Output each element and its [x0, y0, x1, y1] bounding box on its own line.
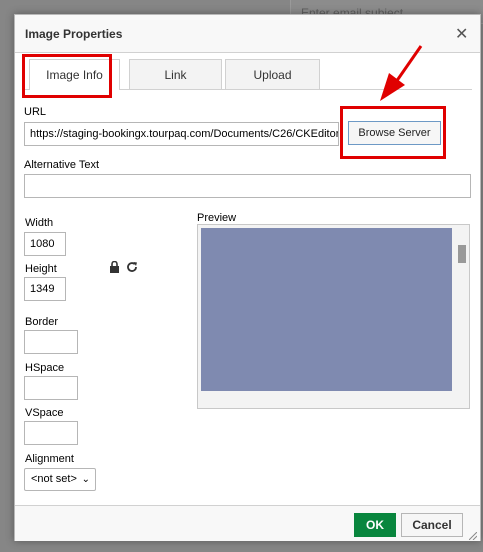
preview-label: Preview [197, 212, 237, 224]
dialog-footer: OK Cancel [15, 505, 480, 541]
reset-size-icon[interactable] [126, 261, 138, 276]
tab-link[interactable]: Link [129, 59, 222, 89]
border-input[interactable] [24, 330, 78, 354]
url-label: URL [24, 106, 47, 118]
resize-handle-icon[interactable] [469, 532, 477, 540]
vspace-label: VSpace [25, 407, 64, 419]
cancel-button[interactable]: Cancel [401, 513, 463, 537]
highlight-image-info-tab [22, 54, 112, 98]
hspace-input[interactable] [24, 376, 78, 400]
preview-image [201, 228, 452, 391]
height-input[interactable]: 1349 [24, 277, 66, 301]
vspace-input[interactable] [24, 421, 78, 445]
alignment-selected-value: <not set> [31, 473, 77, 485]
preview-scrollbar[interactable] [455, 225, 469, 408]
width-input[interactable]: 1080 [24, 232, 66, 256]
hspace-label: HSpace [25, 362, 65, 374]
dialog-title: Image Properties [25, 27, 123, 41]
highlight-browse-server [340, 106, 446, 159]
alt-text-input[interactable] [24, 174, 471, 198]
alt-text-label: Alternative Text [24, 159, 100, 171]
close-icon[interactable]: ✕ [455, 24, 468, 44]
dialog-titlebar: Image Properties ✕ [15, 15, 480, 53]
url-input[interactable]: https://staging-bookingx.tourpaq.com/Doc… [24, 122, 339, 146]
lock-icon[interactable] [109, 260, 120, 276]
chevron-down-icon: ⌄ [81, 474, 90, 485]
height-label: Height [25, 263, 57, 275]
alignment-select[interactable]: <not set> ⌄ [24, 468, 96, 491]
ok-button[interactable]: OK [354, 513, 396, 537]
alignment-label: Alignment [25, 453, 74, 465]
preview-scrollbar-thumb[interactable] [458, 245, 466, 263]
border-label: Border [25, 316, 59, 328]
tab-upload[interactable]: Upload [225, 59, 320, 89]
preview-panel [197, 224, 470, 409]
width-label: Width [25, 217, 54, 229]
